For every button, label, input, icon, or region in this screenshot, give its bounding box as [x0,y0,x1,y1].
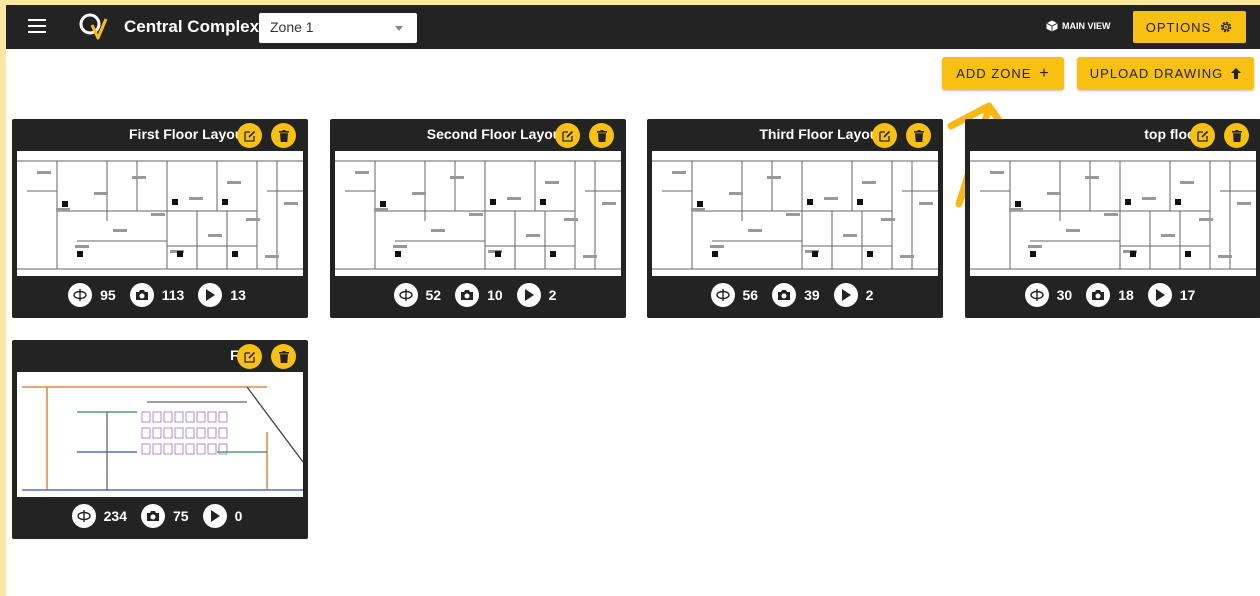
photos-count: 113 [161,287,185,303]
main-view-label: MAIN VIEW [1062,21,1111,31]
play-icon [833,283,858,307]
hamburger-menu-icon[interactable] [28,19,46,33]
drawing-title: First Floor Layout [129,126,248,142]
drawing-thumbnail[interactable] [970,151,1256,276]
panoramas-count: 95 [100,287,116,303]
panorama-icon [71,504,96,528]
edit-button[interactable] [872,123,897,148]
panoramas-count: 52 [425,287,442,303]
media-counts: 95 113 13 [12,280,308,310]
cube-icon [1046,20,1058,32]
app-title: Central Complex [124,17,260,36]
videos-count: 2 [865,287,874,303]
edit-button[interactable] [1190,123,1215,148]
top-app-bar: Central Complex Zone 1 MAIN VIEW OPTIONS [6,5,1260,49]
floor-plan-image [652,160,938,270]
zone-select-value: Zone 1 [270,19,314,35]
play-icon [1147,283,1172,307]
edit-button[interactable] [555,123,580,148]
drawing-title: top floor [1144,126,1201,142]
options-button[interactable]: OPTIONS [1133,11,1246,43]
floor-plan-image [335,160,621,270]
media-counts: 30 18 17 [965,280,1260,310]
play-icon [516,283,541,307]
panoramas-count: 30 [1056,287,1073,303]
dropdown-caret-icon [395,26,403,31]
panorama-icon [68,283,93,307]
camera-icon [772,283,797,307]
play-icon [198,283,223,307]
panoramas-count: 56 [742,287,759,303]
add-zone-button[interactable]: ADD ZONE + [942,57,1064,90]
panorama-icon [710,283,735,307]
videos-count: 2 [548,287,557,303]
zone-select[interactable]: Zone 1 [259,13,417,43]
trash-icon [913,129,924,142]
drawing-title: Flr [12,347,248,363]
photos-count: 39 [804,287,820,303]
edit-icon [243,130,255,142]
trash-icon [596,129,607,142]
plus-icon: + [1039,64,1050,82]
add-zone-label: ADD ZONE [956,66,1032,81]
drawing-thumbnail[interactable] [17,372,303,497]
delete-button[interactable] [906,123,931,148]
media-counts: 52 10 2 [330,280,626,310]
drawing-thumbnail[interactable] [652,151,938,276]
edit-icon [243,351,255,363]
delete-button[interactable] [1224,123,1249,148]
panorama-icon [393,283,418,307]
play-icon [202,504,227,528]
panoramas-count: 234 [103,508,127,524]
videos-count: 17 [1179,287,1196,303]
floor-plan-image [17,160,303,270]
edit-icon [561,130,573,142]
drawing-card[interactable]: Second Floor Layout 52 10 2 [330,119,626,318]
camera-icon [1086,283,1111,307]
upload-drawing-button[interactable]: UPLOAD DRAWING [1077,57,1254,90]
app-logo[interactable] [77,11,109,43]
upload-arrow-icon [1231,68,1242,79]
delete-button[interactable] [271,123,296,148]
drawing-card[interactable]: First Floor Layout 95 113 13 [12,119,308,318]
drawing-card[interactable]: Flr 234 75 0 [12,340,308,539]
photos-count: 18 [1118,287,1134,303]
drawing-thumbnail[interactable] [335,151,621,276]
drawing-title: Third Floor Layout [759,126,883,142]
videos-count: 13 [230,287,246,303]
drawing-card[interactable]: top floor 30 18 17 [965,119,1260,318]
camera-icon [129,283,154,307]
delete-button[interactable] [589,123,614,148]
gear-icon [1221,21,1232,33]
camera-icon [455,283,480,307]
trash-icon [1231,129,1242,142]
floor-plan-image [22,386,303,491]
edit-button[interactable] [237,123,262,148]
edit-icon [1196,130,1208,142]
edit-icon [878,130,890,142]
floor-plan-image [970,160,1256,270]
drawing-thumbnail[interactable] [17,151,303,276]
panorama-icon [1024,283,1049,307]
edit-button[interactable] [237,344,262,369]
options-label: OPTIONS [1145,19,1212,35]
photos-count: 75 [172,508,189,524]
photos-count: 10 [487,287,503,303]
trash-icon [278,350,289,363]
main-view-link[interactable]: MAIN VIEW [1046,20,1111,32]
drawing-card[interactable]: Third Floor Layout 56 39 2 [647,119,943,318]
upload-drawing-label: UPLOAD DRAWING [1089,66,1224,81]
drawing-title: Second Floor Layout [426,126,566,142]
trash-icon [278,129,289,142]
videos-count: 0 [234,508,243,524]
delete-button[interactable] [271,344,296,369]
frame-left-border [0,0,6,596]
media-counts: 234 75 0 [12,501,308,531]
media-counts: 56 39 2 [647,280,943,310]
camera-icon [140,504,165,528]
